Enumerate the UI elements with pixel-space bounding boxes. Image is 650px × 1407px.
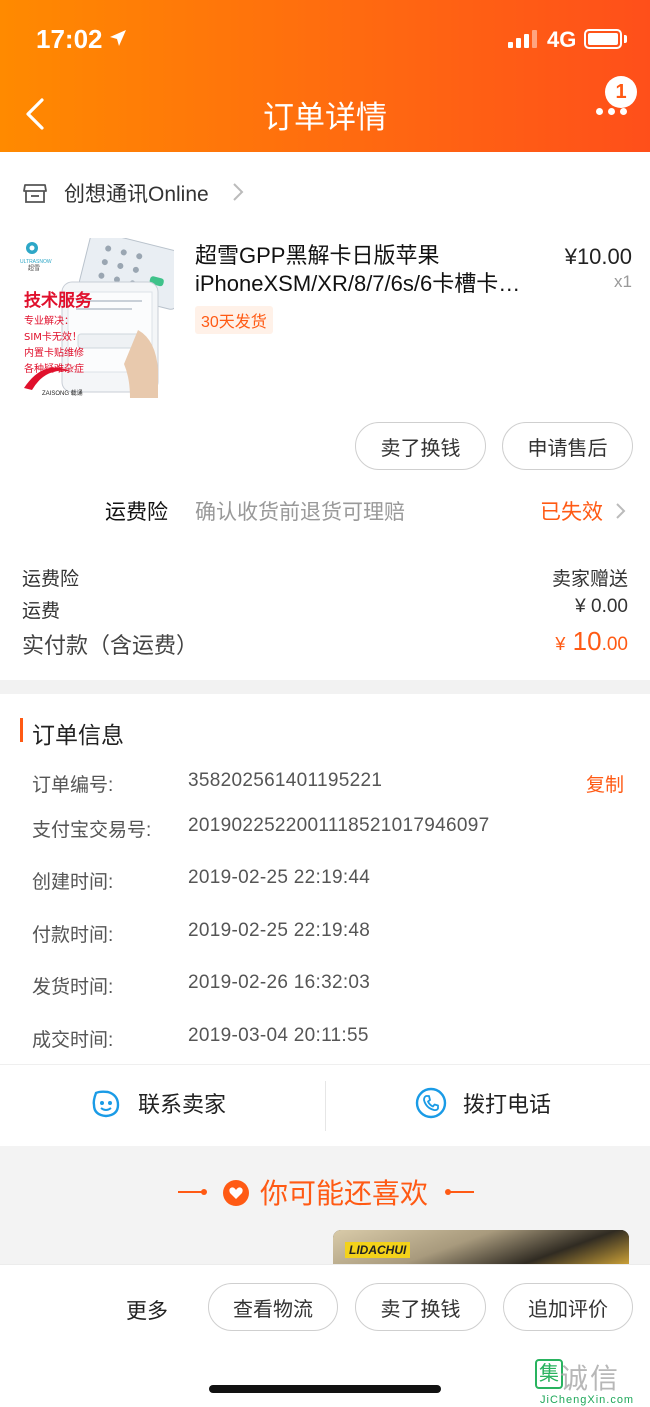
recommend-title: 你可能还喜欢 (0, 1172, 650, 1212)
copy-button[interactable]: 复制 (586, 770, 624, 797)
shipping-tag: 30天发货 (195, 306, 273, 334)
insurance-status: 已失效 (540, 501, 603, 524)
watermark-sub: JiChengXin.com (540, 1394, 635, 1406)
fee-row-insurance: 运费险 卖家赠送 (22, 564, 628, 591)
watermark-logo: 集 (535, 1359, 563, 1389)
shop-name: 创想通讯Online (64, 183, 209, 206)
decor-line-right (445, 1189, 474, 1195)
status-bar: 17:02 4G (0, 0, 650, 80)
shop-link[interactable]: 创想通讯Online (22, 176, 209, 210)
shipped-time-label: 发货时间: (32, 977, 114, 998)
product-title-line1: 超雪GPP黑解卡日版苹果 (195, 243, 440, 268)
location-arrow-icon (110, 30, 126, 46)
network-type: 4G (547, 27, 577, 52)
more-button[interactable]: 更多 (126, 1295, 168, 1325)
heart-icon (222, 1180, 249, 1206)
page-title: 订单详情 (263, 100, 387, 135)
recommend-brand: LIDACHUI (345, 1242, 411, 1258)
paid-time-label: 付款时间: (32, 925, 114, 946)
more-menu-icon[interactable] (596, 108, 630, 120)
aftersale-button[interactable]: 申请售后 (502, 422, 633, 470)
thumb-line-3: 内置卡贴维修 (24, 346, 84, 359)
closed-time-value: 2019-03-04 20:11:55 (188, 1025, 369, 1046)
section-accent-bar (20, 718, 23, 742)
alipay-trade-label: 支付宝交易号: (32, 820, 152, 841)
sell-button[interactable]: 卖了换钱 (355, 422, 486, 470)
thumb-brand-logo (26, 242, 38, 254)
order-info-title: 订单信息 (32, 722, 124, 748)
fee-value: 卖家赠送 (551, 569, 628, 590)
total-label: 实付款（含运费） (22, 633, 199, 658)
watermark-text: 诚信 (560, 1363, 621, 1394)
sell-button-bottom[interactable]: 卖了换钱 (355, 1283, 486, 1331)
notification-badge[interactable]: 1 (605, 76, 637, 108)
view-logistics-button[interactable]: 查看物流 (208, 1283, 338, 1331)
paid-time-value: 2019-02-25 22:19:48 (188, 920, 371, 941)
thumb-footer: ZAISONG 载诵 (42, 389, 83, 397)
created-time-label: 创建时间: (32, 872, 114, 893)
shipped-time-value: 2019-02-26 16:32:03 (188, 972, 371, 993)
fee-value: ¥ 0.00 (575, 596, 628, 617)
thumb-brand-cn: 超雪 (28, 264, 40, 272)
alipay-trade-value: 2019022522001118521017946097 (188, 815, 490, 836)
contact-divider (325, 1081, 326, 1131)
product-title-line2: iPhoneXSM/XR/8/7/6s/6卡槽卡… (195, 271, 521, 296)
thumb-line-1: 专业解决： (24, 314, 74, 327)
created-time-value: 2019-02-25 22:19:44 (188, 867, 371, 888)
call-label: 拨打电话 (463, 1092, 552, 1117)
fee-label: 运费 (22, 601, 61, 622)
home-indicator[interactable] (209, 1385, 441, 1393)
battery-icon (584, 29, 622, 49)
total-amount: ¥ 10.00 (555, 626, 628, 656)
signal-icon (508, 30, 537, 48)
phone-icon (415, 1087, 447, 1119)
contact-seller-label: 联系卖家 (138, 1092, 227, 1117)
chevron-right-icon (616, 503, 626, 519)
product-quantity: x1 (614, 272, 632, 291)
insurance-label: 运费险 (105, 501, 168, 524)
product-title[interactable]: 超雪GPP黑解卡日版苹果 iPhoneXSM/XR/8/7/6s/6卡槽卡… (195, 242, 545, 298)
call-button[interactable]: 拨打电话 (415, 1087, 551, 1119)
header: 17:02 4G 订单详情 1 (0, 0, 650, 152)
insurance-desc: 确认收货前退货可理赔 (195, 501, 405, 524)
add-review-button[interactable]: 追加评价 (503, 1283, 633, 1331)
order-number-label: 订单编号: (32, 775, 114, 796)
fee-label: 运费险 (22, 569, 80, 590)
fee-row-shipping: 运费 ¥ 0.00 (22, 596, 628, 623)
closed-time-label: 成交时间: (32, 1030, 114, 1051)
thumb-headline: 技术服务 (24, 290, 93, 311)
status-time: 17:02 (36, 24, 103, 54)
thumb-brand: ULTRASNOW (20, 259, 52, 265)
contact-row: 联系卖家 拨打电话 (0, 1064, 650, 1146)
product-thumbnail[interactable]: ULTRASNOW 超雪 技术服务 专业解决： SIM卡无效！ 内置卡贴维修 各… (18, 230, 189, 398)
chat-face-icon (92, 1090, 120, 1118)
battery-tip (624, 35, 627, 43)
contact-seller-button[interactable]: 联系卖家 (90, 1087, 226, 1119)
shipping-insurance-row[interactable]: 运费险 确认收货前退货可理赔 已失效 (0, 488, 650, 534)
thumb-line-2: SIM卡无效！ (24, 330, 82, 343)
store-icon (23, 184, 47, 203)
product-price: ¥10.00 (564, 244, 632, 269)
order-number-value: 358202561401195221 (188, 770, 383, 791)
chevron-right-icon[interactable] (232, 182, 244, 202)
